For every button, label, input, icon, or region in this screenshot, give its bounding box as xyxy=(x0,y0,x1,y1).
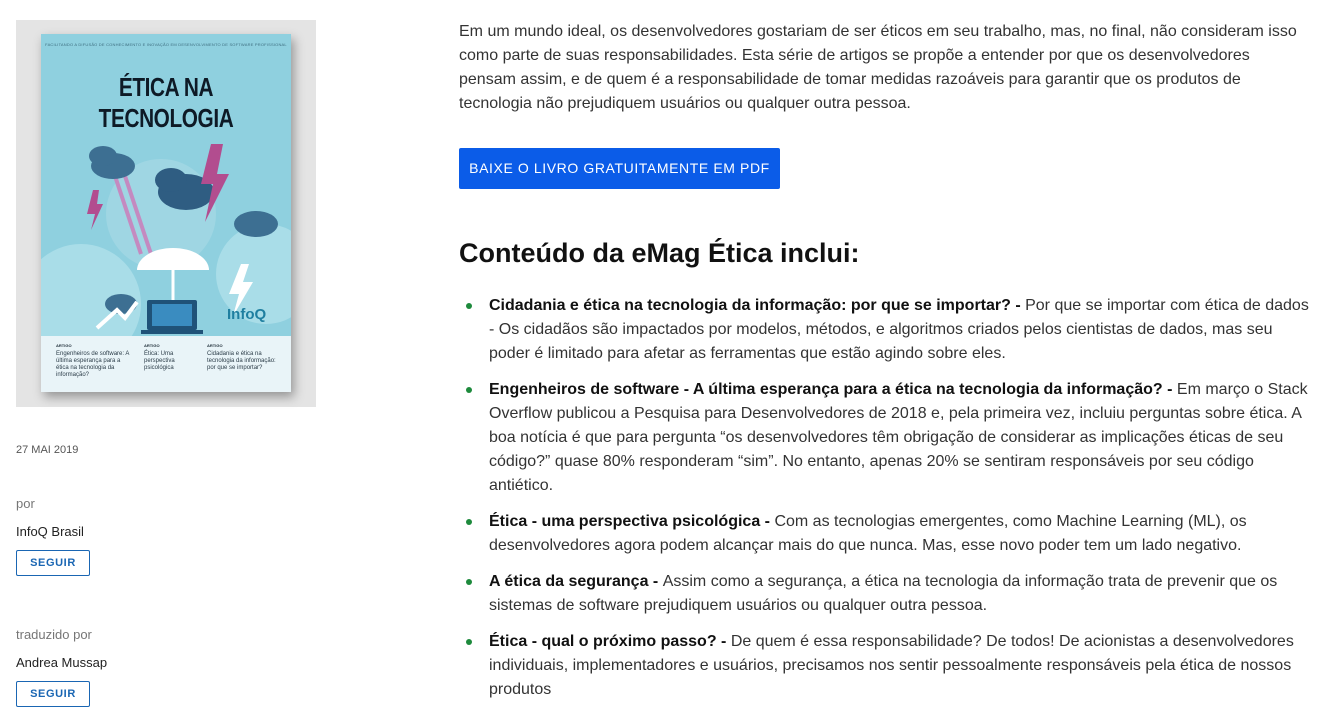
intro-paragraph: Em um mundo ideal, os desenvolvedores go… xyxy=(459,23,1297,112)
download-pdf-button[interactable]: BAIXE O LIVRO GRATUITAMENTE EM PDF xyxy=(459,148,780,189)
cover-article-tag: ARTIGO xyxy=(144,343,160,348)
bullet-icon xyxy=(466,579,472,585)
follow-author-button[interactable]: SEGUIR xyxy=(16,550,90,576)
item-title: A ética da segurança - xyxy=(489,573,663,590)
publish-date: 27 MAI 2019 xyxy=(16,444,79,456)
cover-article: ARTIGO Cidadania e ética na tecnologia da… xyxy=(207,342,277,372)
translator-name[interactable]: Andrea Mussap xyxy=(16,655,107,670)
author-name[interactable]: InfoQ Brasil xyxy=(16,524,84,539)
list-item: Ética - qual o próximo passo? - De quem … xyxy=(459,630,1309,702)
bullet-icon xyxy=(466,387,472,393)
bullet-icon xyxy=(466,639,472,645)
sidebar: FACILITANDO A DIFUSÃO DE CONHECIMENTO E … xyxy=(16,20,316,707)
bullet-icon xyxy=(466,303,472,309)
cover-article: ARTIGO Engenheiros de software: A última … xyxy=(56,342,134,379)
infoq-logo: InfoQ xyxy=(227,306,267,323)
cover-article-text: Engenheiros de software: A última espera… xyxy=(56,351,130,378)
list-item: Ética - uma perspectiva psicológica - Co… xyxy=(459,510,1309,558)
article-content: Em um mundo ideal, os desenvolvedores go… xyxy=(459,20,1309,698)
cover-articles: ARTIGO Engenheiros de software: A última … xyxy=(41,336,291,392)
author-label: por xyxy=(16,496,35,511)
cover-tagline: FACILITANDO A DIFUSÃO DE CONHECIMENTO E … xyxy=(45,42,287,47)
list-item: Engenheiros de software - A última esper… xyxy=(459,378,1309,498)
cover-article: ARTIGO Ética: Uma perspectiva psicológica xyxy=(144,342,202,372)
translator-label: traduzido por xyxy=(16,627,92,642)
cover-article-tag: ARTIGO xyxy=(207,343,223,348)
cover-article-text: Cidadania e ética na tecnologia da infor… xyxy=(207,351,276,371)
item-title: Engenheiros de software - A última esper… xyxy=(489,381,1177,398)
item-title: Ética - qual o próximo passo? - xyxy=(489,633,731,650)
contents-list: Cidadania e ética na tecnologia da infor… xyxy=(459,294,1309,714)
list-item: A ética da segurança - Assim como a segu… xyxy=(459,570,1309,618)
item-title: Cidadania e ética na tecnologia da infor… xyxy=(489,297,1026,314)
section-title: Conteúdo da eMag Ética inclui: xyxy=(459,238,860,268)
follow-translator-button[interactable]: SEGUIR xyxy=(16,681,90,707)
bullet-icon xyxy=(466,519,472,525)
cover-illustration xyxy=(41,144,291,336)
emag-cover-frame[interactable]: FACILITANDO A DIFUSÃO DE CONHECIMENTO E … xyxy=(16,20,316,407)
cover-article-tag: ARTIGO xyxy=(56,343,72,348)
item-title: Ética - uma perspectiva psicológica - xyxy=(489,513,775,530)
list-item: Cidadania e ética na tecnologia da infor… xyxy=(459,294,1309,366)
emag-cover[interactable]: FACILITANDO A DIFUSÃO DE CONHECIMENTO E … xyxy=(41,34,291,392)
cover-article-text: Ética: Uma perspectiva psicológica xyxy=(144,351,175,371)
